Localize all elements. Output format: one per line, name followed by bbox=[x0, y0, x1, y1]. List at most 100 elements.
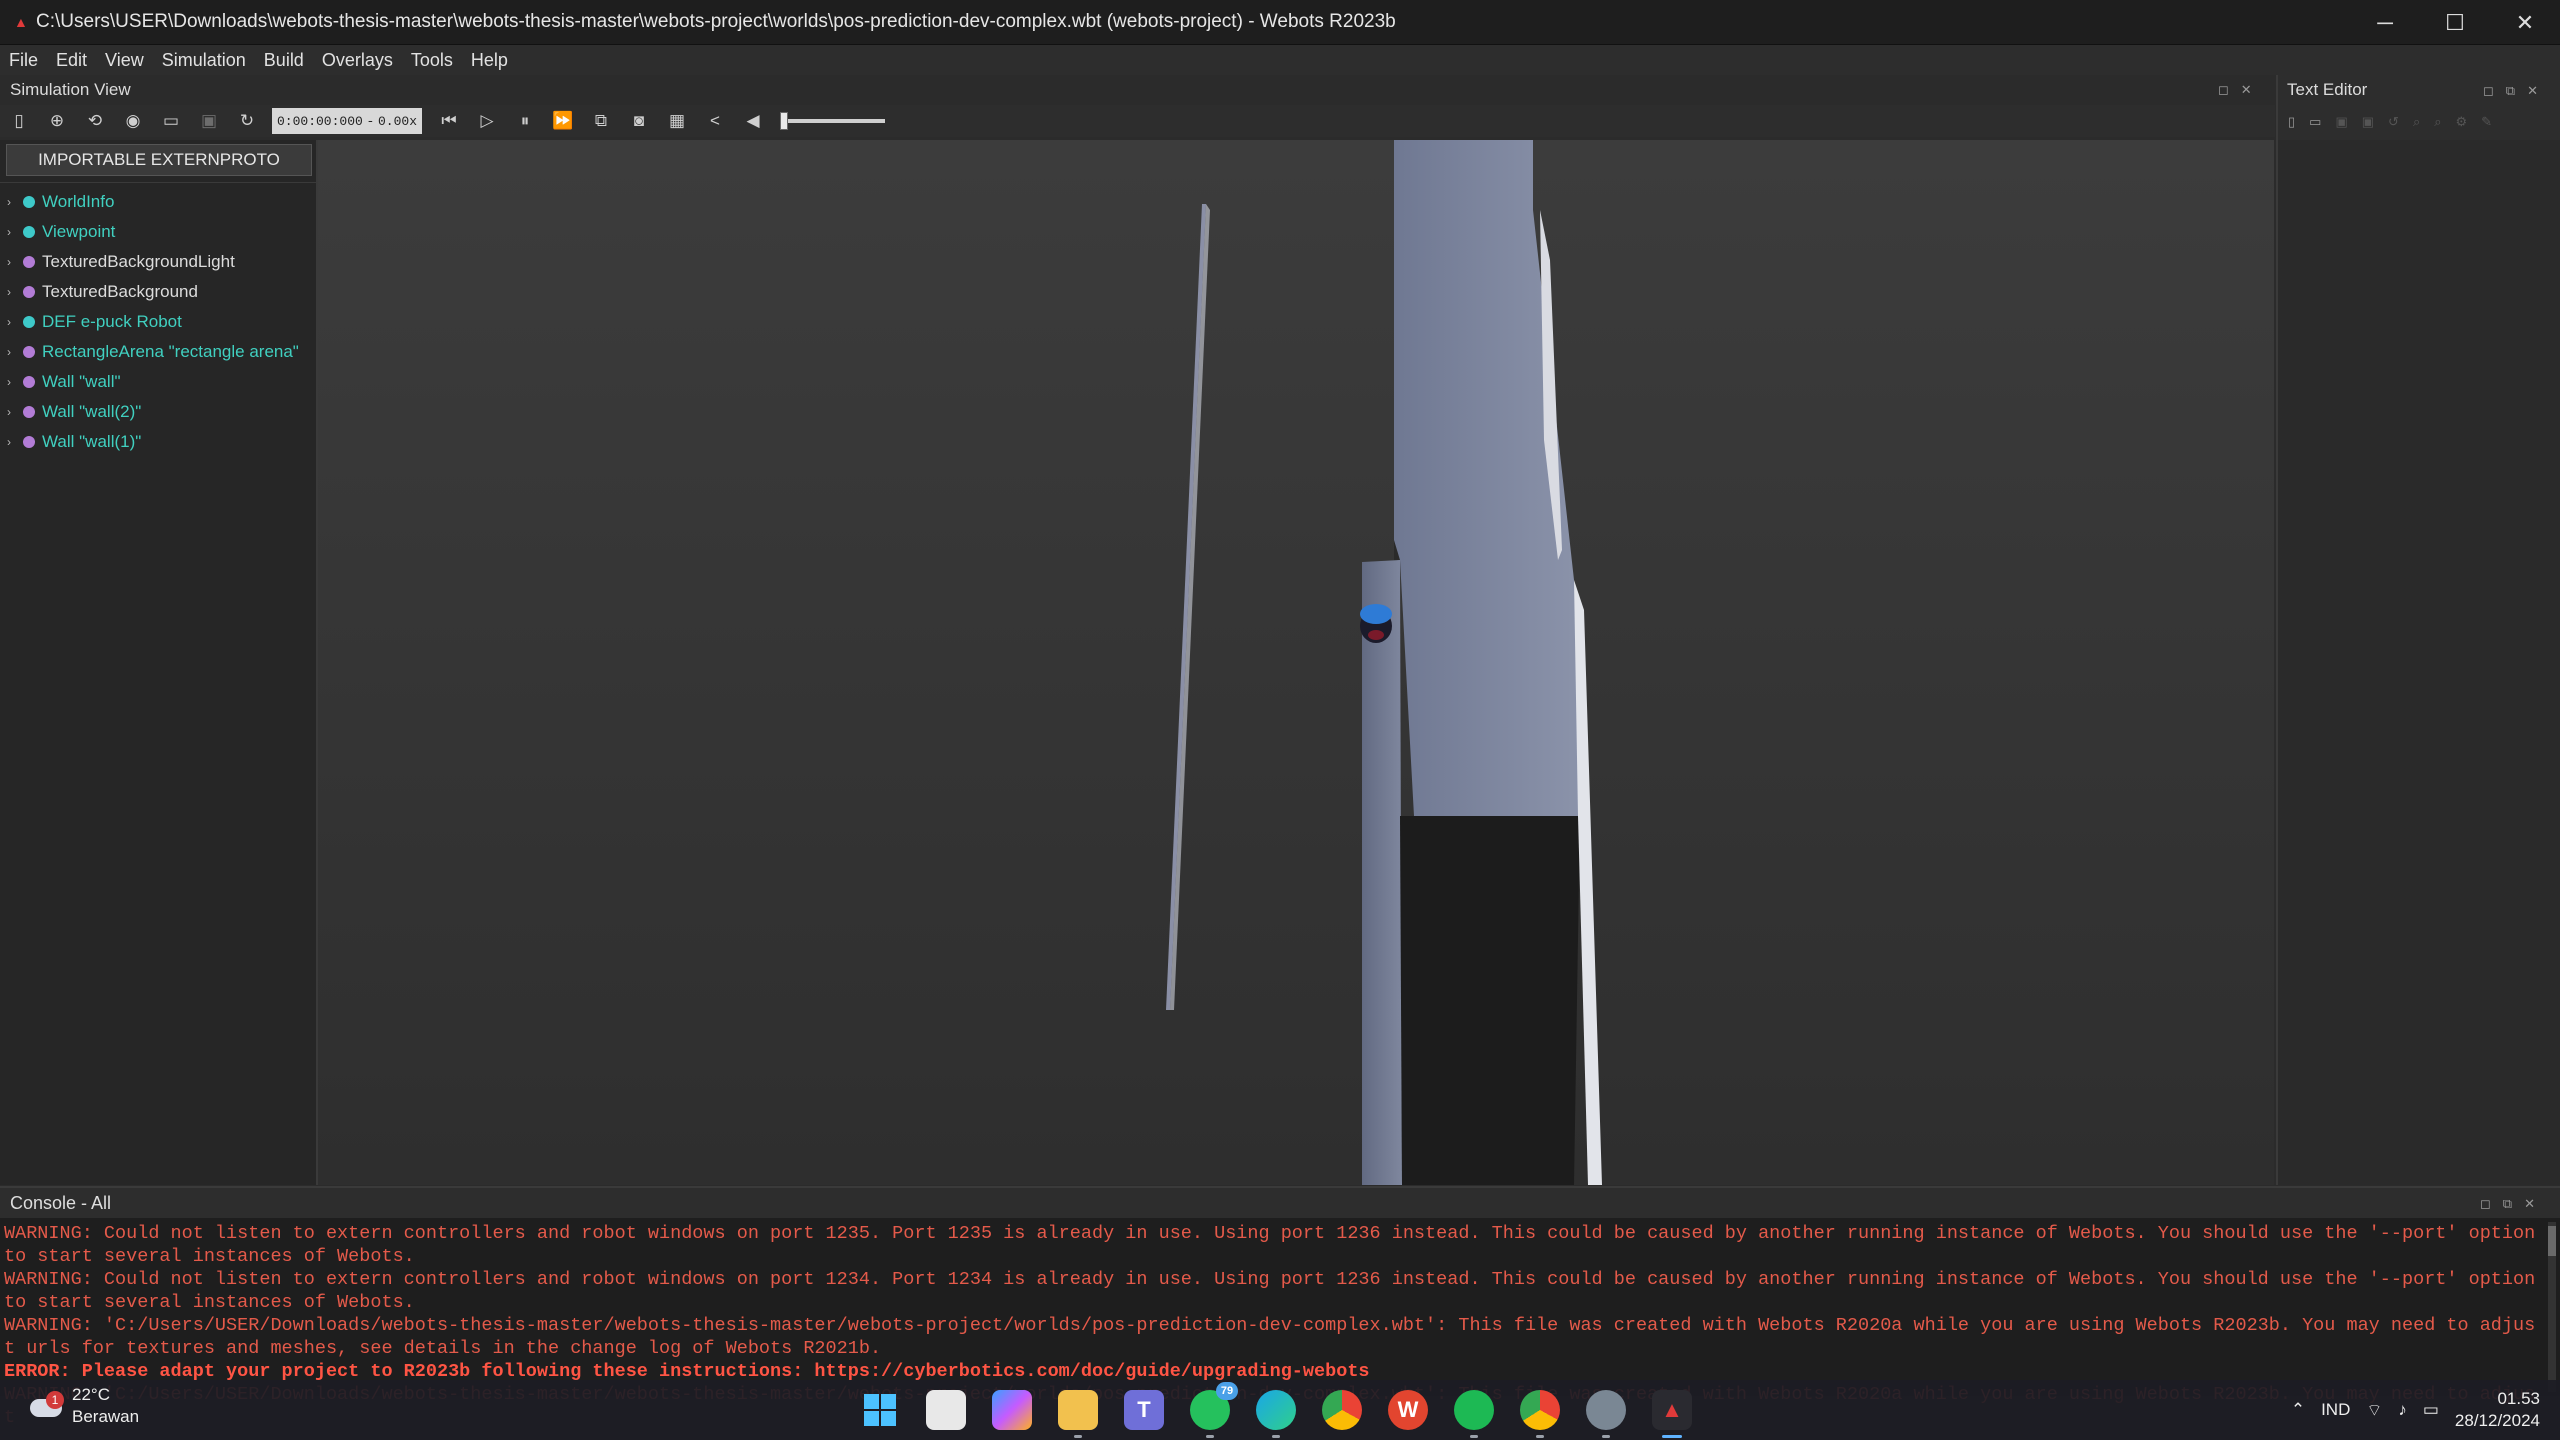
float-panel-icon[interactable]: ◻ bbox=[2218, 82, 2229, 98]
time-separator: - bbox=[366, 113, 375, 129]
expand-arrow-icon[interactable]: › bbox=[7, 225, 21, 239]
volume-slider-handle[interactable] bbox=[780, 112, 788, 130]
eye-icon[interactable]: ◉ bbox=[114, 108, 152, 134]
pause-icon[interactable]: ⏸ bbox=[506, 108, 544, 134]
step-icon[interactable]: ▷ bbox=[468, 108, 506, 134]
webots-taskbar-icon[interactable]: ▲ bbox=[1652, 1390, 1692, 1438]
revert-icon[interactable]: ↺ bbox=[2388, 114, 2399, 130]
speaker-icon[interactable]: ♪ bbox=[2398, 1400, 2407, 1420]
whatsapp-icon[interactable]: 79 bbox=[1190, 1382, 1238, 1438]
fast-forward-icon[interactable]: ⏩ bbox=[544, 108, 582, 134]
menu-tools[interactable]: Tools bbox=[402, 50, 462, 71]
menu-view[interactable]: View bbox=[96, 50, 153, 71]
new-file-icon[interactable]: ▯ bbox=[2288, 114, 2295, 130]
scene-tree-node[interactable]: › Viewpoint bbox=[0, 217, 316, 247]
menu-simulation[interactable]: Simulation bbox=[153, 50, 255, 71]
expand-arrow-icon[interactable]: › bbox=[7, 255, 21, 269]
close-button[interactable]: ✕ bbox=[2490, 0, 2560, 45]
menu-build[interactable]: Build bbox=[255, 50, 313, 71]
reset-view-icon[interactable]: ⟲ bbox=[76, 108, 114, 134]
mute-speaker-icon[interactable]: ◀ bbox=[734, 108, 772, 134]
console-warning-line: WARNING: Could not listen to extern cont… bbox=[4, 1223, 2547, 1267]
expand-arrow-icon[interactable]: › bbox=[7, 195, 21, 209]
3d-viewport[interactable] bbox=[318, 140, 2274, 1185]
expand-arrow-icon[interactable]: › bbox=[7, 345, 21, 359]
maximize-button[interactable]: ☐ bbox=[2420, 0, 2490, 45]
chevron-up-icon[interactable]: ⌃ bbox=[2291, 1400, 2305, 1420]
console-scrollbar[interactable] bbox=[2548, 1222, 2556, 1392]
scene-tree-node[interactable]: › Wall "wall(1)" bbox=[0, 427, 316, 457]
clean-icon[interactable]: ✎ bbox=[2481, 114, 2492, 130]
open-file-icon[interactable]: ▭ bbox=[2309, 114, 2321, 130]
expand-arrow-icon[interactable]: › bbox=[7, 435, 21, 449]
menu-help[interactable]: Help bbox=[462, 50, 517, 71]
share-icon[interactable]: < bbox=[696, 108, 734, 134]
importable-externproto-button[interactable]: IMPORTABLE EXTERNPROTO bbox=[6, 144, 312, 176]
settings-icon[interactable] bbox=[1586, 1390, 1626, 1438]
expand-arrow-icon[interactable]: › bbox=[7, 375, 21, 389]
scene-tree-node-label: Wall "wall(1)" bbox=[42, 432, 142, 451]
menu-edit[interactable]: Edit bbox=[47, 50, 96, 71]
battery-icon[interactable]: ▭ bbox=[2423, 1400, 2439, 1420]
scene-tree-node[interactable]: › WorldInfo bbox=[0, 187, 316, 217]
text-editor-body[interactable] bbox=[2278, 140, 2560, 1185]
menu-file[interactable]: File bbox=[0, 50, 47, 71]
maximize-editor-icon[interactable]: ⧉ bbox=[2506, 83, 2515, 99]
build-icon[interactable]: ⚙ bbox=[2456, 114, 2468, 130]
task-view-icon[interactable] bbox=[926, 1390, 966, 1430]
teams-icon[interactable]: T bbox=[1124, 1390, 1164, 1430]
volume-slider[interactable] bbox=[780, 112, 885, 130]
arena-floor bbox=[318, 140, 2274, 1185]
node-type-icon bbox=[23, 376, 35, 388]
float-editor-icon[interactable]: ◻ bbox=[2483, 83, 2494, 99]
scene-tree-node[interactable]: › RectangleArena "rectangle arena" bbox=[0, 337, 316, 367]
windows-start-icon[interactable] bbox=[860, 1390, 900, 1430]
open-world-icon[interactable]: ▭ bbox=[152, 108, 190, 134]
scene-tree-node[interactable]: › DEF e-puck Robot bbox=[0, 307, 316, 337]
close-editor-icon[interactable]: ✕ bbox=[2527, 83, 2538, 99]
file-explorer-icon[interactable] bbox=[1058, 1390, 1098, 1438]
edge-icon[interactable] bbox=[1256, 1390, 1296, 1438]
copilot-icon[interactable] bbox=[992, 1390, 1032, 1430]
movie-record-icon[interactable]: ▦ bbox=[658, 108, 696, 134]
rendering-toggle-icon[interactable]: ⧉ bbox=[582, 108, 620, 134]
node-type-icon bbox=[23, 346, 35, 358]
find-icon[interactable]: ⌕ bbox=[2413, 114, 2420, 130]
scene-tree-node-label: Wall "wall(2)" bbox=[42, 402, 142, 421]
maximize-console-icon[interactable]: ⧉ bbox=[2503, 1196, 2512, 1212]
spotify-icon[interactable] bbox=[1454, 1390, 1494, 1438]
clock[interactable]: 01.53 28/12/2024 bbox=[2455, 1388, 2540, 1432]
wps-office-icon[interactable]: W bbox=[1388, 1390, 1428, 1430]
close-console-icon[interactable]: ✕ bbox=[2524, 1196, 2535, 1212]
expand-arrow-icon[interactable]: › bbox=[7, 315, 21, 329]
minimize-button[interactable]: ─ bbox=[2350, 0, 2420, 45]
scene-tree-node[interactable]: › TexturedBackground bbox=[0, 277, 316, 307]
float-console-icon[interactable]: ◻ bbox=[2480, 1196, 2491, 1212]
chrome-icon[interactable] bbox=[1322, 1390, 1362, 1430]
3d-scene[interactable] bbox=[318, 140, 2274, 1185]
chrome-profile-icon[interactable] bbox=[1520, 1390, 1560, 1438]
reload-world-icon[interactable]: ↻ bbox=[228, 108, 266, 134]
weather-widget[interactable]: 1 22°C Berawan bbox=[26, 1384, 139, 1428]
save-world-icon[interactable]: ▣ bbox=[190, 108, 228, 134]
scene-tree-node[interactable]: › Wall "wall" bbox=[0, 367, 316, 397]
save-as-icon[interactable]: ▣ bbox=[2362, 114, 2374, 130]
toggle-scene-tree-icon[interactable]: ▯ bbox=[0, 108, 38, 134]
whatsapp-badge: 79 bbox=[1216, 1382, 1238, 1400]
scene-tree-node[interactable]: › Wall "wall(2)" bbox=[0, 397, 316, 427]
wifi-icon[interactable]: ⌔ bbox=[2366, 1400, 2382, 1421]
save-file-icon[interactable]: ▣ bbox=[2335, 114, 2347, 130]
add-node-icon[interactable]: ⊕ bbox=[38, 108, 76, 134]
menu-overlays[interactable]: Overlays bbox=[313, 50, 402, 71]
scene-tree-node[interactable]: › TexturedBackgroundLight bbox=[0, 247, 316, 277]
expand-arrow-icon[interactable]: › bbox=[7, 405, 21, 419]
reset-simulation-icon[interactable]: ⏮ bbox=[430, 108, 468, 134]
console-scroll-thumb[interactable] bbox=[2548, 1226, 2556, 1256]
scene-tree-node-label: Wall "wall" bbox=[42, 372, 121, 391]
language-indicator[interactable]: IND bbox=[2321, 1400, 2350, 1420]
close-panel-icon[interactable]: ✕ bbox=[2241, 82, 2252, 98]
replace-icon[interactable]: ⌕ bbox=[2434, 114, 2441, 130]
screenshot-icon[interactable]: ◙ bbox=[620, 108, 658, 134]
expand-arrow-icon[interactable]: › bbox=[7, 285, 21, 299]
menu-bar: File Edit View Simulation Build Overlays… bbox=[0, 45, 2560, 75]
